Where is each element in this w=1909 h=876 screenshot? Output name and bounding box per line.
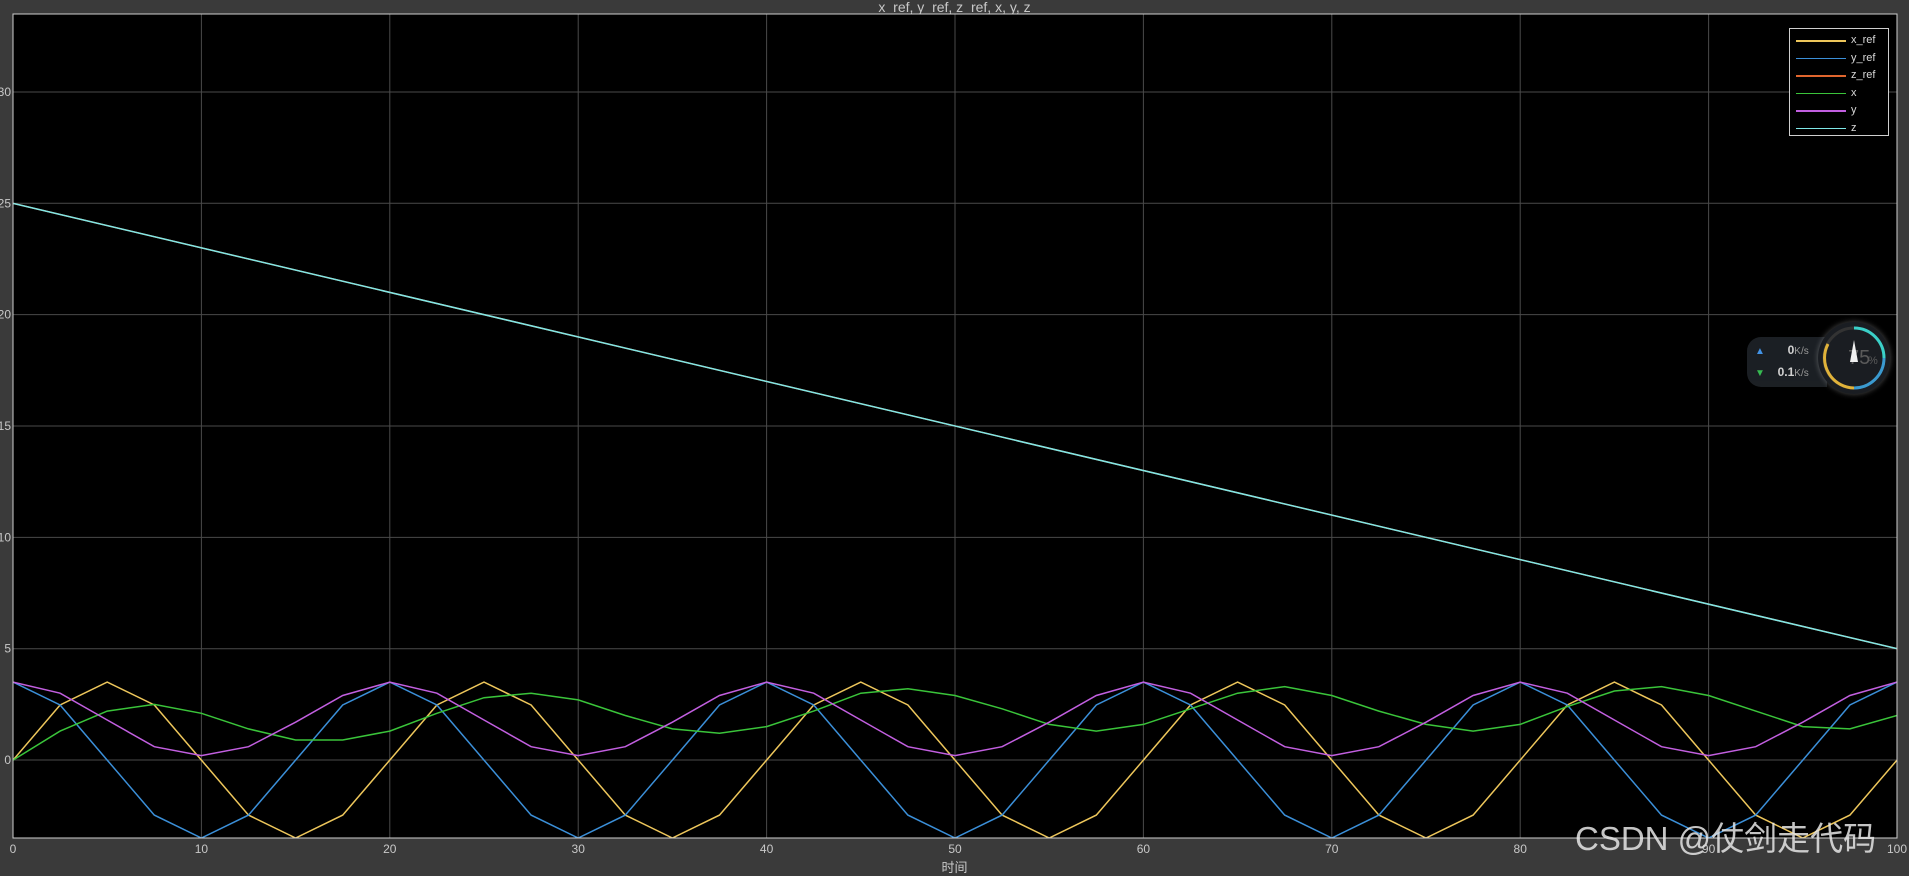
watermark: CSDN @仗剑走代码 [1575, 820, 1877, 857]
plot-area: 0 10 20 30 40 50 60 70 80 90 100051015202530 [0, 13, 1907, 856]
gauge-ring: 75 % [1822, 326, 1886, 390]
legend-label: x [1851, 86, 1857, 99]
legend-swatch [1796, 75, 1846, 77]
legend-item-z-ref[interactable]: z_ref [1796, 68, 1886, 82]
y-tick-label: 10 [0, 530, 11, 544]
legend-label: x_ref [1851, 34, 1876, 46]
x-tick-label: 50 [948, 842, 962, 856]
legend-label: y [1851, 104, 1857, 116]
upload-speed: ▲ 0K/s [1755, 343, 1809, 357]
download-arrow-icon: ▼ [1755, 368, 1765, 379]
upload-speed-unit: K/s [1794, 346, 1809, 357]
legend-item-y[interactable]: y [1796, 103, 1886, 117]
usage-gauge[interactable]: 75 % [1818, 322, 1890, 394]
y-tick-label: 20 [0, 308, 11, 322]
legend-swatch [1796, 110, 1846, 112]
download-speed: ▼ 0.1K/s [1755, 365, 1809, 379]
y-tick-label: 25 [0, 196, 11, 210]
legend-item-z[interactable]: z [1796, 121, 1886, 135]
legend-swatch [1796, 57, 1846, 59]
legend-swatch [1796, 40, 1846, 42]
y-tick-label: 0 [4, 753, 11, 767]
y-tick-label: 30 [0, 85, 11, 99]
upload-arrow-icon: ▲ [1755, 346, 1765, 357]
x-tick-label: 10 [195, 842, 209, 856]
legend[interactable]: x_ref y_ref z_refx y z [1789, 28, 1889, 136]
network-speed-widget[interactable]: ▲ 0K/s ▼ 0.1K/s [1747, 337, 1827, 387]
y-tick-label: 15 [0, 419, 11, 433]
y-tick-label: 5 [4, 642, 11, 656]
legend-item-x-ref[interactable]: x_ref [1796, 33, 1886, 47]
legend-swatch [1796, 127, 1846, 129]
legend-item-y-ref[interactable]: y_ref [1796, 51, 1886, 65]
x-tick-label: 100 [1887, 842, 1907, 856]
x-tick-label: 70 [1325, 842, 1339, 856]
download-speed-unit: K/s [1794, 368, 1809, 379]
x-tick-label: 60 [1137, 842, 1151, 856]
download-speed-value: 0.1 [1777, 365, 1795, 379]
gauge-unit: % [1868, 355, 1878, 367]
x-tick-label: 40 [760, 842, 774, 856]
legend-item-x[interactable]: x [1796, 86, 1886, 100]
legend-label: z [1851, 121, 1857, 134]
legend-label: y_ref [1851, 51, 1876, 64]
legend-swatch [1796, 92, 1846, 94]
x-tick-label: 80 [1514, 842, 1528, 856]
x-tick-label: 20 [383, 842, 397, 856]
x-tick-label: 30 [572, 842, 586, 856]
legend-label: z_ref [1851, 69, 1876, 81]
x-tick-label: 0 [10, 842, 17, 856]
